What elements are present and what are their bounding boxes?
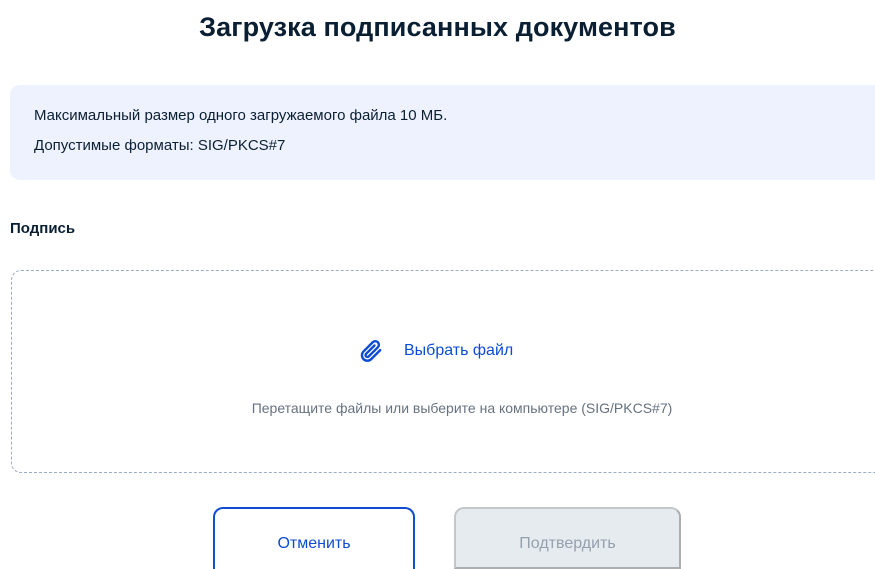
info-banner: Максимальный размер одного загружаемого … — [10, 85, 875, 180]
upload-signed-documents-page: Загрузка подписанных документов Максимал… — [0, 0, 875, 569]
paperclip-icon — [358, 338, 384, 364]
dropzone-hint: Перетащите файлы или выберите на компьют… — [251, 400, 673, 416]
allowed-formats-text: Допустимые форматы: SIG/PKCS#7 — [34, 137, 286, 154]
choose-file-label: Выбрать файл — [404, 342, 514, 359]
page-title: Загрузка подписанных документов — [199, 12, 676, 42]
choose-file-button[interactable]: Выбрать файл — [358, 338, 513, 364]
file-dropzone[interactable]: Перетащите файлы или выберите на компьют… — [11, 270, 875, 473]
signature-section-label: Подпись — [10, 220, 76, 237]
max-file-size-text: Максимальный размер одного загружаемого … — [34, 107, 448, 124]
cancel-button[interactable]: Отменить — [213, 507, 415, 569]
confirm-button[interactable]: Подтвердить — [454, 507, 681, 569]
